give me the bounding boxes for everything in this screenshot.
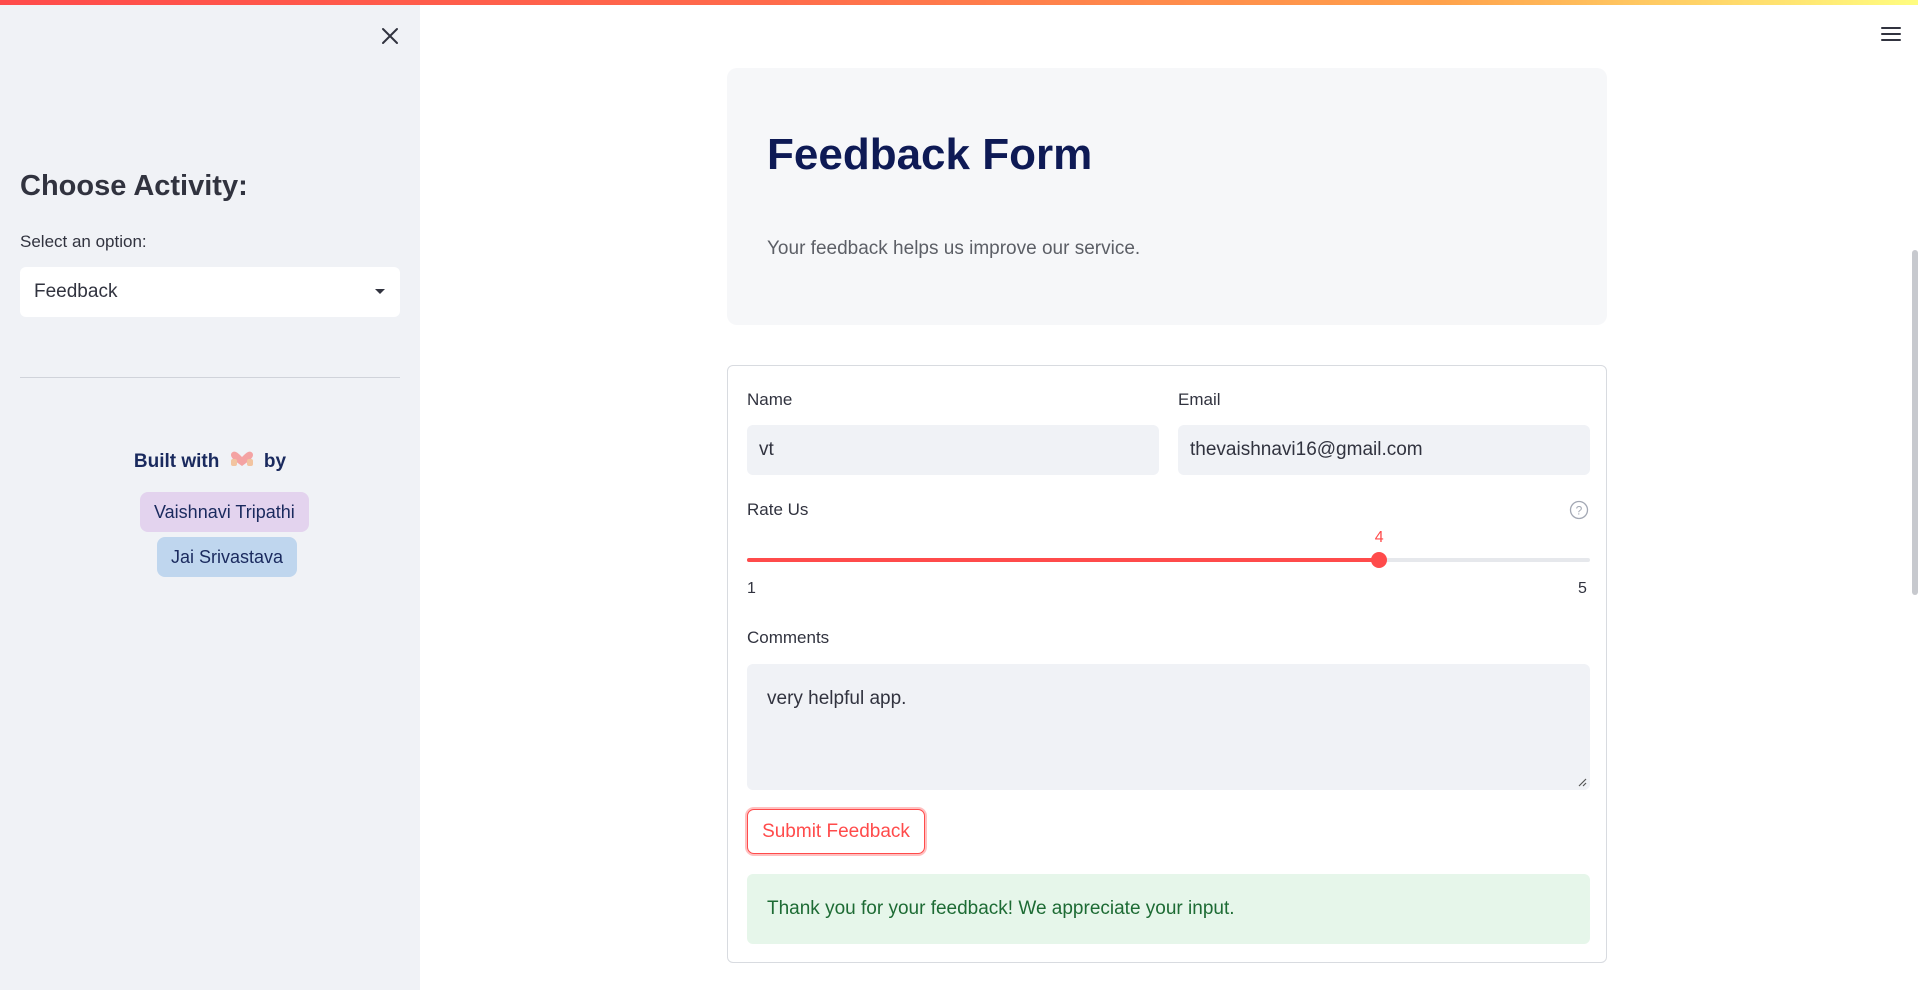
select-label: Select an option: — [20, 232, 147, 251]
name-label: Name — [747, 390, 793, 409]
name-field[interactable] — [747, 425, 1159, 475]
question-circle-icon[interactable]: ? — [1569, 500, 1589, 520]
activity-select[interactable]: Feedback — [20, 267, 400, 317]
hamburger-menu-icon — [1881, 27, 1901, 41]
rating-slider[interactable]: 4 — [747, 529, 1590, 568]
submit-feedback-button[interactable]: Submit Feedback — [747, 809, 925, 854]
header-card: Feedback Form Your feedback helps us imp… — [727, 68, 1607, 325]
comments-label: Comments — [747, 628, 830, 647]
sidebar-heading: Choose Activity: — [20, 170, 248, 202]
sidebar: Choose Activity: Select an option: Feedb… — [0, 0, 420, 990]
built-with-suffix: by — [263, 451, 287, 473]
svg-text:?: ? — [1576, 504, 1583, 518]
activity-select-value: Feedback — [34, 281, 118, 302]
resize-grip-icon[interactable] — [1577, 777, 1587, 787]
page-title: Feedback Form — [767, 130, 1093, 179]
rating-slider-value: 4 — [1374, 529, 1384, 546]
email-field[interactable] — [1178, 425, 1590, 475]
sidebar-divider — [20, 377, 400, 378]
built-with-prefix: Built with — [133, 451, 220, 473]
rating-slider-fill — [747, 558, 1380, 562]
author-chip-vaishnavi: Vaishnavi Tripathi — [140, 492, 309, 532]
success-message: Thank you for your feedback! We apprecia… — [747, 874, 1590, 944]
rating-max-label: 5 — [1578, 580, 1587, 597]
caret-down-icon — [375, 289, 385, 294]
feedback-form: Name Email Rate Us ? 4 1 5 Comments very… — [727, 365, 1607, 963]
comments-field[interactable]: very helpful app. — [747, 664, 1590, 790]
rating-slider-thumb[interactable] — [1371, 552, 1388, 568]
close-icon — [382, 28, 398, 44]
email-label: Email — [1178, 390, 1221, 409]
success-message-text: Thank you for your feedback! We apprecia… — [767, 898, 1235, 919]
close-sidebar-button[interactable] — [374, 20, 406, 52]
main-menu-button[interactable] — [1878, 22, 1904, 46]
built-with-line: Built with by — [0, 450, 420, 474]
page-scrollbar[interactable] — [1912, 250, 1918, 595]
author-chip-jai: Jai Srivastava — [157, 537, 298, 577]
heart-hands-icon — [229, 450, 255, 474]
rating-min-label: 1 — [747, 580, 756, 597]
page-subtitle: Your feedback helps us improve our servi… — [767, 238, 1141, 259]
top-decoration-stripe — [0, 0, 1918, 5]
rating-label: Rate Us — [747, 500, 809, 519]
